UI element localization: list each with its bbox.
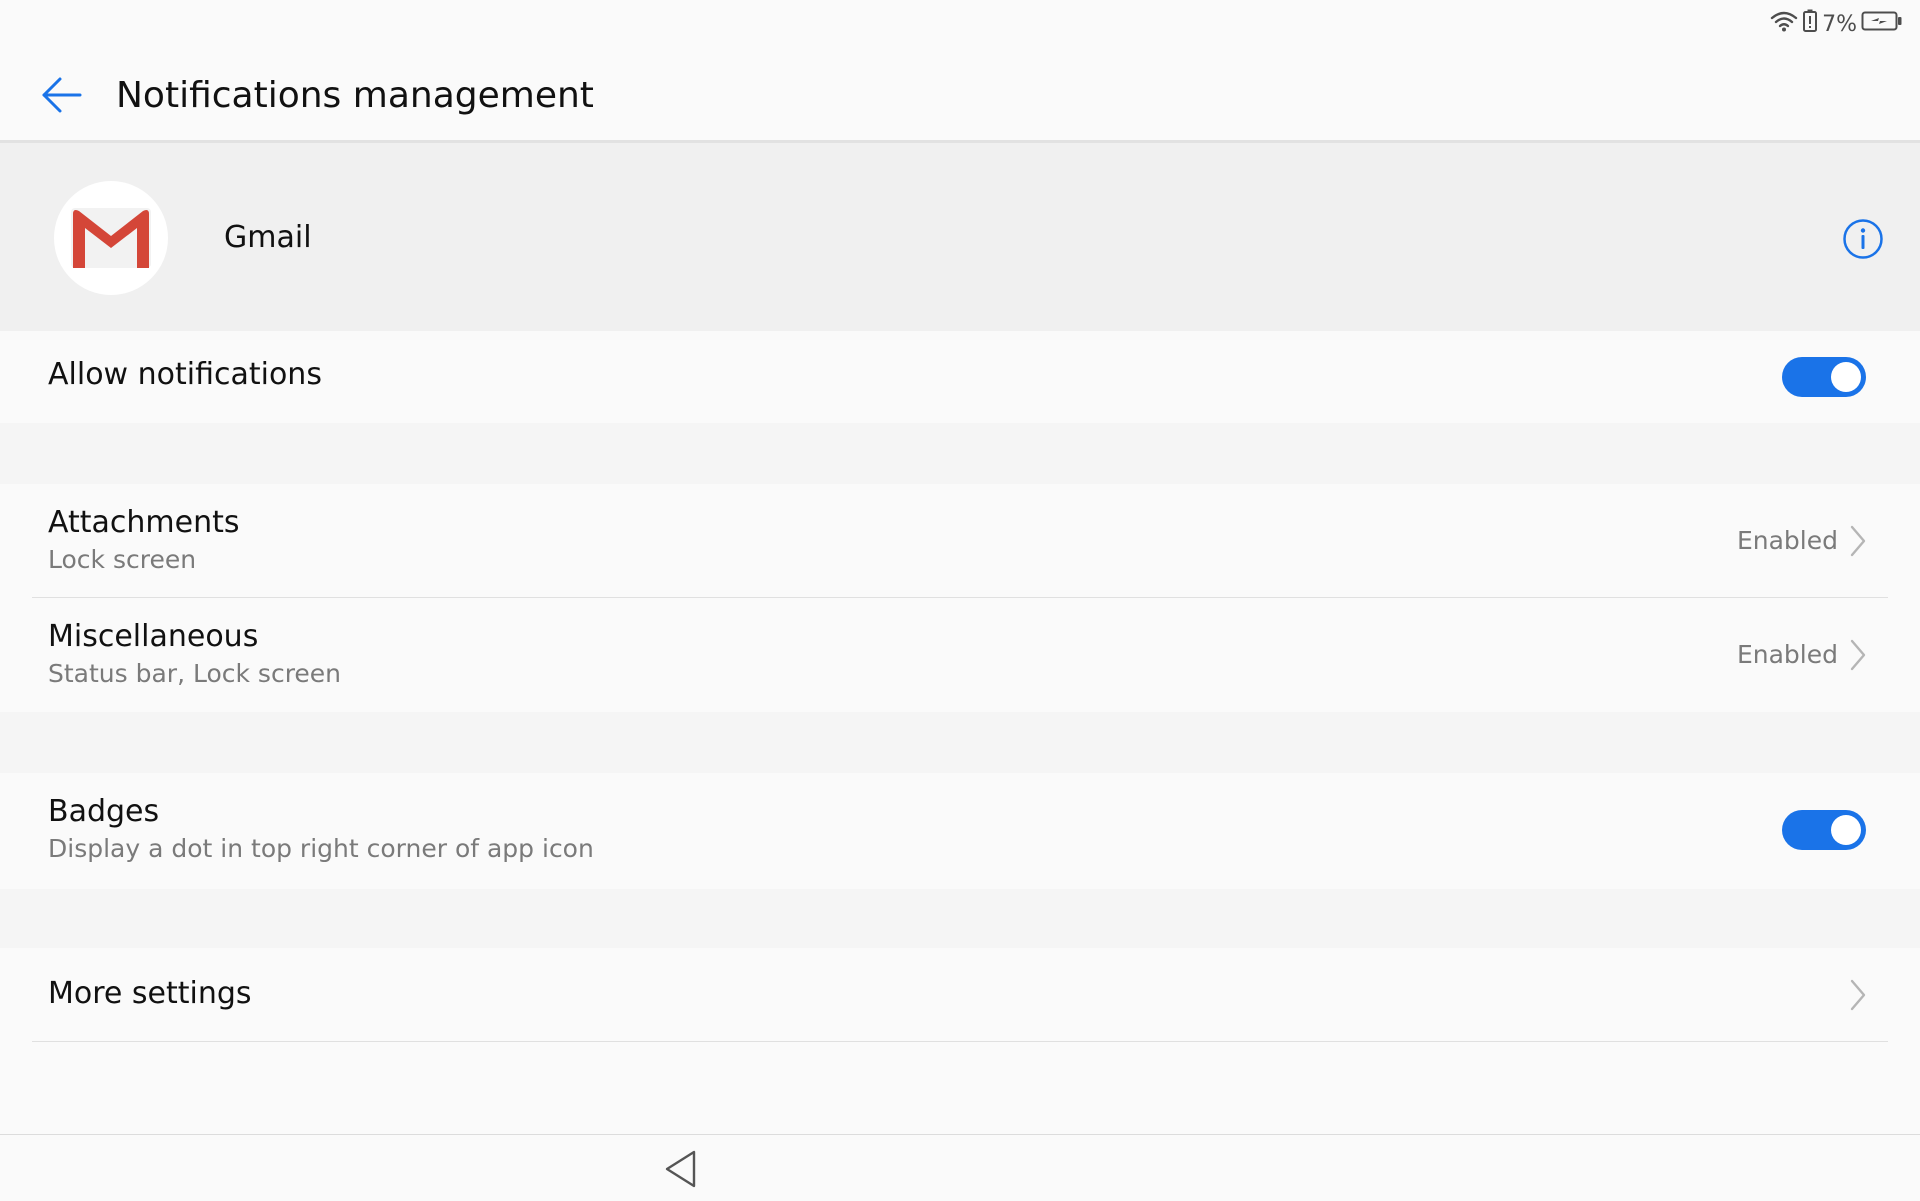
- channel-status: Enabled: [1736, 526, 1838, 555]
- channel-subtitle: Status bar, Lock screen: [48, 659, 342, 688]
- more-settings-card: More settings: [0, 948, 1920, 1134]
- triangle-back-icon: [665, 1150, 696, 1188]
- allow-notifications-card: Allow notifications: [0, 331, 1920, 423]
- app-info-button[interactable]: [1842, 218, 1884, 260]
- channel-subtitle: Lock screen: [48, 545, 197, 574]
- channels-card: Attachments Lock screen Enabled Miscella…: [0, 484, 1920, 712]
- app-header: Gmail: [0, 143, 1920, 331]
- toggle-knob: [1831, 815, 1861, 845]
- allow-notifications-row[interactable]: Allow notifications: [0, 331, 1920, 423]
- wifi-icon: [1770, 10, 1798, 38]
- allow-notifications-label: Allow notifications: [48, 357, 322, 392]
- toggle-knob: [1831, 362, 1861, 392]
- badges-subtitle: Display a dot in top right corner of app…: [48, 834, 594, 863]
- info-icon: [1843, 219, 1883, 259]
- more-settings-row[interactable]: More settings: [0, 948, 1920, 1042]
- channel-row-attachments[interactable]: Attachments Lock screen Enabled: [0, 484, 1920, 598]
- chevron-right-icon: [1850, 639, 1866, 671]
- app-bar: Notifications management: [0, 48, 1920, 143]
- gmail-icon: [54, 181, 168, 295]
- app-name: Gmail: [224, 220, 312, 255]
- status-bar: 7%: [0, 0, 1920, 48]
- badges-card: Badges Display a dot in top right corner…: [0, 773, 1920, 889]
- channel-title: Attachments: [48, 505, 240, 540]
- channel-row-miscellaneous[interactable]: Miscellaneous Status bar, Lock screen En…: [0, 598, 1920, 712]
- battery-alert-icon: [1802, 9, 1818, 39]
- channel-title: Miscellaneous: [48, 619, 259, 654]
- more-settings-label: More settings: [48, 976, 252, 1011]
- divider: [32, 1041, 1888, 1042]
- page-title: Notifications management: [116, 75, 594, 116]
- battery-charging-icon: [1861, 10, 1903, 38]
- back-button[interactable]: [40, 72, 86, 118]
- badges-title: Badges: [48, 794, 160, 829]
- battery-percent: 7%: [1822, 11, 1857, 37]
- chevron-right-icon: [1850, 979, 1866, 1011]
- status-icons: 7%: [1770, 9, 1903, 39]
- allow-notifications-toggle[interactable]: [1782, 357, 1866, 397]
- chevron-right-icon: [1850, 525, 1866, 557]
- navigation-bar: [0, 1134, 1920, 1201]
- channel-status: Enabled: [1736, 640, 1838, 669]
- nav-back-button[interactable]: [664, 1149, 698, 1189]
- badges-toggle[interactable]: [1782, 810, 1866, 850]
- arrow-left-icon: [42, 77, 82, 113]
- badges-row[interactable]: Badges Display a dot in top right corner…: [0, 773, 1920, 889]
